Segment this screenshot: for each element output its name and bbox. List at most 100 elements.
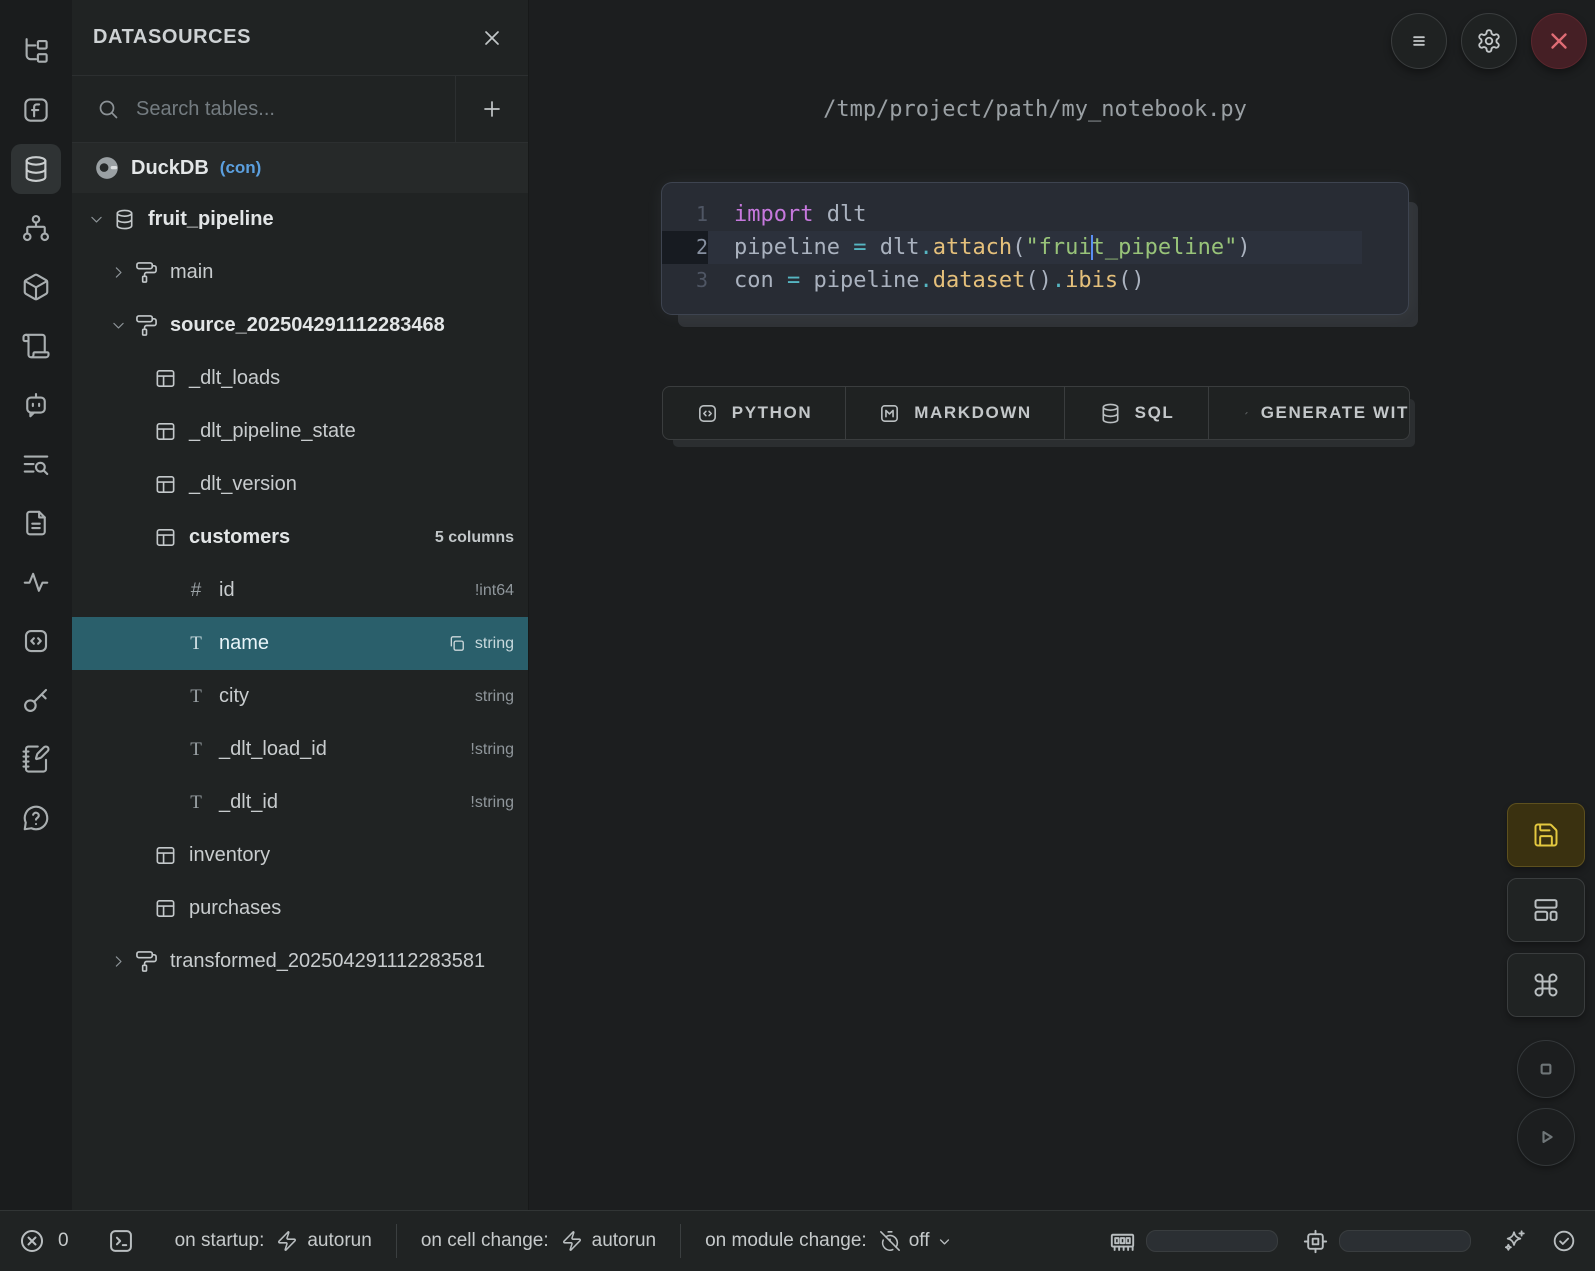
table-icon: [154, 367, 177, 390]
divider: [680, 1224, 681, 1258]
command-palette-button[interactable]: [1507, 953, 1585, 1017]
file-tree-icon[interactable]: [11, 26, 61, 76]
chevron-down-icon: [88, 211, 105, 228]
column-type-meta: string: [447, 634, 514, 653]
connected-check-icon[interactable]: [1551, 1228, 1577, 1254]
schema-tree: fruit_pipeline main source_2025042911122…: [72, 193, 528, 988]
tree-row-table[interactable]: _dlt_pipeline_state: [72, 405, 528, 458]
table-icon: [154, 420, 177, 443]
tree-row-column[interactable]: T _dlt_load_id !string: [72, 723, 528, 776]
add-markdown-cell-button[interactable]: MARKDOWN: [846, 387, 1065, 439]
datasources-header: DATASOURCES: [72, 0, 528, 76]
floppy-icon: [1532, 821, 1560, 849]
search-input[interactable]: [134, 97, 455, 122]
ram-icon: [1109, 1228, 1136, 1255]
scroll-icon[interactable]: [11, 321, 61, 371]
shutdown-button[interactable]: [1531, 13, 1587, 69]
tree-row-column[interactable]: T _dlt_id !string: [72, 776, 528, 829]
search-row: [72, 76, 528, 143]
chevron-down-icon[interactable]: [935, 1232, 954, 1251]
table-icon: [154, 897, 177, 920]
tree-row-schema[interactable]: transformed_202504291112283581: [72, 935, 528, 988]
on-module-change-toggle[interactable]: off: [909, 1230, 930, 1252]
zap-icon: [561, 1230, 583, 1252]
generate-with-ai-button[interactable]: GENERATE WIT: [1209, 387, 1409, 439]
tree-row-schema[interactable]: main: [72, 246, 528, 299]
text-search-icon[interactable]: [11, 439, 61, 489]
search-box: [72, 76, 455, 142]
cpu-icon: [1302, 1228, 1329, 1255]
table-icon: [154, 473, 177, 496]
stop-button[interactable]: [1517, 1040, 1575, 1098]
errors-indicator-icon[interactable]: [18, 1227, 46, 1255]
save-button[interactable]: [1507, 803, 1585, 867]
column-type-label: !string: [470, 741, 514, 759]
tree-row-table-customers[interactable]: customers 5 columns: [72, 511, 528, 564]
tree-row-table[interactable]: _dlt_version: [72, 458, 528, 511]
add-datasource-button[interactable]: [455, 76, 528, 142]
run-button[interactable]: [1517, 1108, 1575, 1166]
engine-name: DuckDB: [131, 157, 209, 180]
code-snippet-icon[interactable]: [11, 616, 61, 666]
ram-usage-meter: [1146, 1230, 1278, 1252]
box-icon[interactable]: [11, 262, 61, 312]
code-cell-editor[interactable]: 1 import dlt 2 pipeline = dlt.attach("fr…: [662, 183, 1408, 314]
hamburger-icon: [1406, 28, 1432, 54]
on-startup-toggle[interactable]: autorun: [307, 1230, 371, 1252]
activity-icon[interactable]: [11, 557, 61, 607]
help-circle-icon[interactable]: [11, 793, 61, 843]
close-icon: [1546, 28, 1572, 54]
tree-row-column[interactable]: T city string: [72, 670, 528, 723]
string-type-icon: T: [185, 686, 207, 708]
schema-icon: [135, 314, 158, 337]
on-module-change-label: on module change:: [705, 1230, 867, 1252]
network-icon[interactable]: [11, 203, 61, 253]
on-startup-label: on startup:: [175, 1230, 265, 1252]
notebook-pen-icon[interactable]: [11, 734, 61, 784]
layout-panel-icon: [1532, 896, 1560, 924]
layout-toggle-button[interactable]: [1507, 878, 1585, 942]
tree-row-table[interactable]: _dlt_loads: [72, 352, 528, 405]
timer-off-icon: [879, 1230, 901, 1252]
function-square-icon[interactable]: [11, 85, 61, 135]
key-icon[interactable]: [11, 675, 61, 725]
settings-button[interactable]: [1461, 13, 1517, 69]
ai-sparkles-icon[interactable]: [1501, 1228, 1527, 1254]
database-icon: [113, 208, 136, 231]
tree-row-column[interactable]: # id !int64: [72, 564, 528, 617]
code-line-active[interactable]: 2 pipeline = dlt.attach("fruit_pipeline"…: [662, 231, 1362, 264]
bot-icon[interactable]: [11, 380, 61, 430]
tree-row-column-selected[interactable]: T name string: [72, 617, 528, 670]
database-icon: [1099, 402, 1122, 425]
tree-row-table[interactable]: inventory: [72, 829, 528, 882]
copy-icon[interactable]: [447, 634, 466, 653]
play-icon: [1531, 1122, 1561, 1152]
add-sql-cell-button[interactable]: SQL: [1065, 387, 1209, 439]
tree-row-database[interactable]: fruit_pipeline: [72, 193, 528, 246]
table-icon: [154, 526, 177, 549]
terminal-icon[interactable]: [107, 1227, 135, 1255]
column-type-label: !string: [470, 794, 514, 812]
error-count: 0: [58, 1230, 69, 1252]
code-line[interactable]: 1 import dlt: [662, 198, 1408, 231]
on-cell-change-label: on cell change:: [421, 1230, 549, 1252]
stop-square-icon: [1531, 1054, 1561, 1084]
chevron-right-icon: [110, 264, 127, 281]
database-icon[interactable]: [11, 144, 61, 194]
tree-row-schema[interactable]: source_202504291112283468: [72, 299, 528, 352]
add-python-cell-button[interactable]: PYTHON: [663, 387, 846, 439]
file-text-icon[interactable]: [11, 498, 61, 548]
sparkles-icon: [1245, 402, 1248, 425]
marimo-app: DATASOURCES DuckDB (con) fruit_pipeli: [0, 0, 1595, 1271]
engine-connection: (con): [220, 158, 262, 178]
on-cell-change-toggle[interactable]: autorun: [592, 1230, 656, 1252]
divider: [396, 1224, 397, 1258]
menu-button[interactable]: [1391, 13, 1447, 69]
code-line[interactable]: 3 con = pipeline.dataset().ibis(): [662, 264, 1408, 297]
search-icon: [96, 97, 120, 121]
close-panel-icon[interactable]: [480, 26, 504, 50]
tree-row-table[interactable]: purchases: [72, 882, 528, 935]
engine-row-duckdb[interactable]: DuckDB (con): [72, 143, 528, 193]
string-type-icon: T: [185, 739, 207, 761]
column-type-label: !int64: [475, 582, 514, 600]
